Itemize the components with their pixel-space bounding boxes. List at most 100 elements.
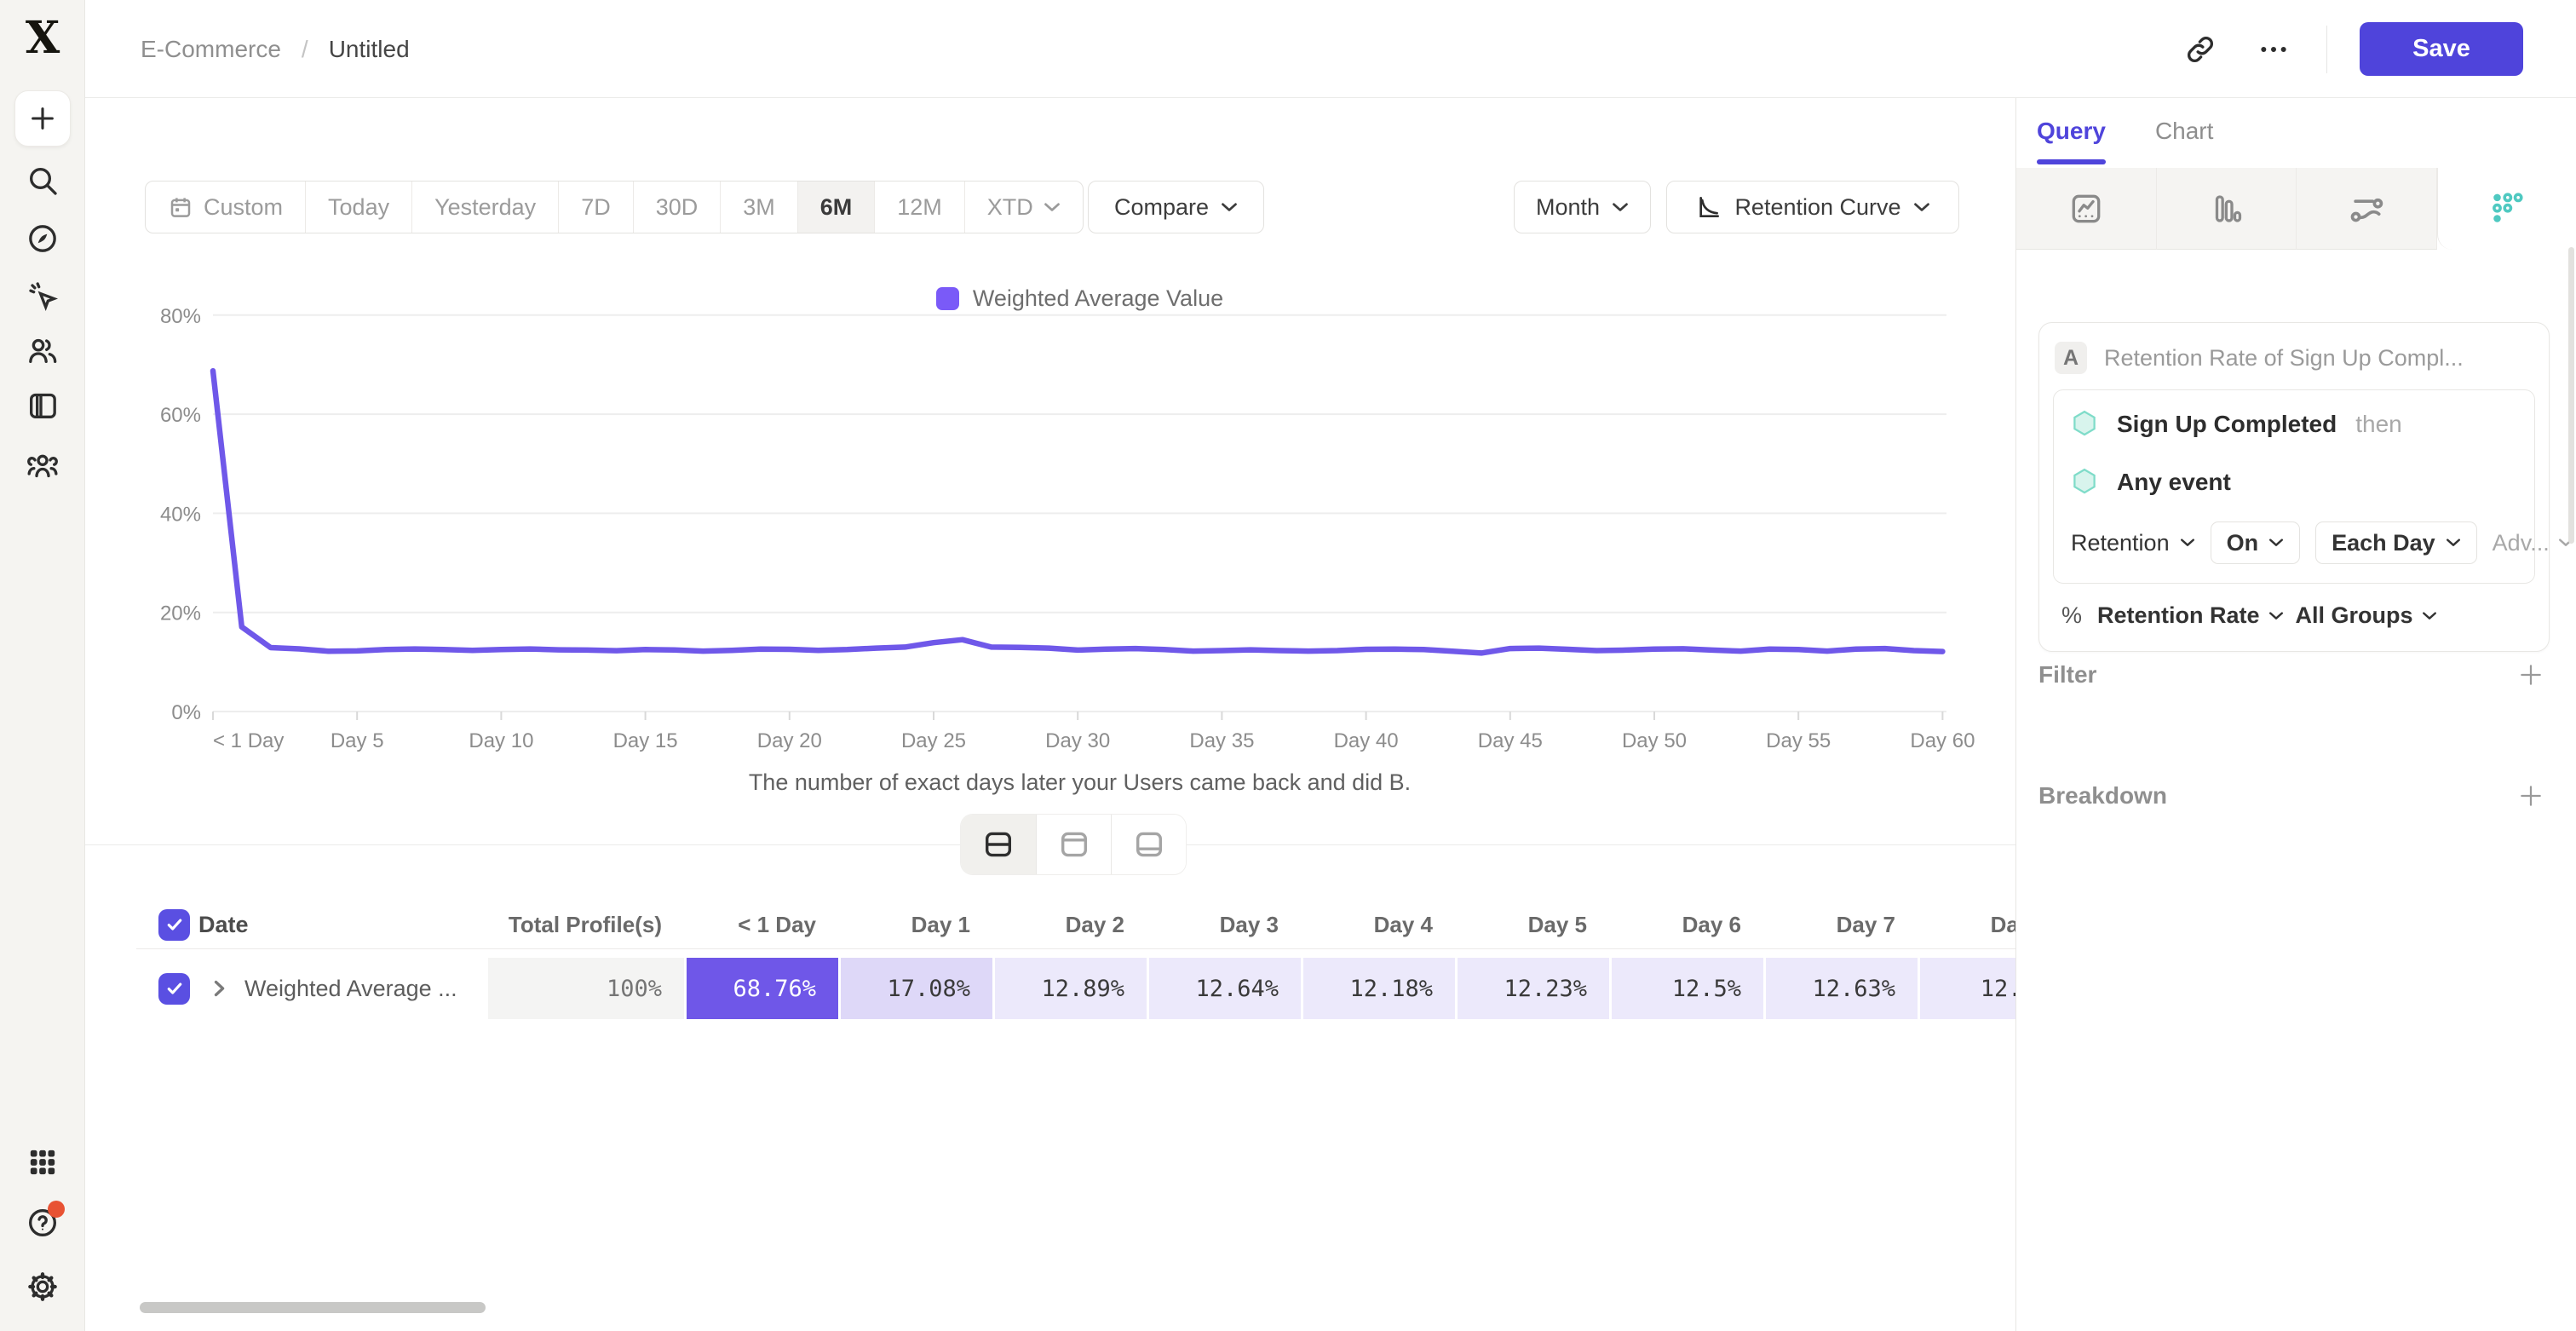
svg-text:Day 50: Day 50	[1622, 729, 1687, 752]
create-new-button[interactable]	[14, 90, 71, 147]
table-header-row: DateTotal Profile(s)< 1 DayDay 1Day 2Day…	[136, 902, 2015, 947]
cursor-click-icon[interactable]	[24, 277, 61, 314]
event-hexagon-icon	[2071, 410, 2098, 439]
split-view-icon	[983, 830, 1014, 859]
svg-text:Day 35: Day 35	[1189, 729, 1254, 752]
svg-text:80%: 80%	[160, 305, 201, 328]
combined-view-button[interactable]	[961, 815, 1036, 874]
svg-text:Day 25: Day 25	[901, 729, 966, 752]
column-header-day-4[interactable]: Day 4	[1301, 912, 1455, 938]
apps-grid-icon[interactable]	[24, 1144, 61, 1181]
retention-cell-day-1[interactable]: 17.08%	[838, 958, 992, 1019]
retention-type-dropdown[interactable]: Retention	[2071, 530, 2195, 556]
user-group-icon[interactable]	[24, 447, 61, 484]
retention-report-button[interactable]	[2437, 168, 2576, 250]
svg-text:Day 15: Day 15	[613, 729, 678, 752]
retention-on-dropdown[interactable]: On	[2211, 521, 2301, 564]
event-definition-card: Sign Up Completed then Any event Retenti…	[2053, 389, 2535, 584]
chart-x-axis-caption: The number of exact days later your User…	[213, 769, 1946, 796]
column-header-date[interactable]: Date	[198, 912, 249, 938]
column-header-day-1[interactable]: Day 1	[838, 912, 992, 938]
measure-dropdown[interactable]: Retention Rate	[2097, 602, 2284, 629]
retention-cell-day-3[interactable]: 12.64%	[1147, 958, 1301, 1019]
settings-icon[interactable]	[24, 1268, 61, 1305]
chart-only-view-button[interactable]	[1036, 815, 1111, 874]
column-header-day-5[interactable]: Day 5	[1455, 912, 1609, 938]
left-sidebar: X	[0, 0, 85, 1331]
vertical-scrollbar-thumb[interactable]	[2568, 247, 2574, 544]
column-header-day-6[interactable]: Day 6	[1609, 912, 1763, 938]
retention-table: DateTotal Profile(s)< 1 DayDay 1Day 2Day…	[136, 902, 2015, 1019]
bottom-bar-view-icon	[1134, 830, 1164, 859]
svg-text:60%: 60%	[160, 404, 201, 427]
column-header-day-3[interactable]: Day 3	[1147, 912, 1301, 938]
board-icon[interactable]	[24, 387, 61, 424]
tab-chart[interactable]: Chart	[2155, 98, 2213, 164]
column-header-total-profile-s[interactable]: Total Profile(s)	[486, 912, 684, 938]
breakdown-label: Breakdown	[2038, 782, 2167, 810]
add-filter-button[interactable]	[2512, 656, 2550, 694]
return-event-row[interactable]: Any event	[2054, 453, 2534, 511]
retention-icon	[2487, 189, 2527, 228]
retention-cell-day-7[interactable]: 12.63%	[1763, 958, 1918, 1019]
retention-cell-day-4[interactable]: 12.18%	[1301, 958, 1455, 1019]
measure-row: % Retention Rate All Groups	[2053, 584, 2535, 634]
flows-icon	[2348, 190, 2385, 228]
ellipsis-icon	[2257, 32, 2291, 66]
svg-text:Day 5: Day 5	[331, 729, 384, 752]
bar-chart-report-button[interactable]	[2157, 168, 2297, 250]
advanced-dropdown[interactable]: Adv...	[2493, 530, 2573, 556]
retention-cell-day-2[interactable]: 12.89%	[992, 958, 1147, 1019]
copy-link-button[interactable]	[2180, 29, 2221, 70]
help-icon[interactable]	[24, 1204, 61, 1242]
frequency-dropdown[interactable]: Each Day	[2315, 521, 2477, 564]
retention-cell-day-6[interactable]: 12.5%	[1609, 958, 1763, 1019]
table-row: Weighted Average ... 100%68.76%17.08%12.8…	[136, 958, 2015, 1019]
column-header-day-8[interactable]: Day 8	[1918, 912, 2015, 938]
row-checkbox[interactable]	[158, 909, 190, 941]
first-event-row[interactable]: Sign Up Completed then	[2054, 395, 2534, 453]
users-icon[interactable]	[24, 331, 61, 369]
more-options-button[interactable]	[2253, 29, 2294, 70]
notification-dot	[48, 1201, 65, 1218]
search-icon[interactable]	[24, 162, 61, 199]
row-name: Weighted Average ...	[244, 976, 457, 1002]
percent-icon: %	[2061, 602, 2082, 629]
svg-text:Day 30: Day 30	[1045, 729, 1110, 752]
retention-cell-day-5[interactable]: 12.23%	[1455, 958, 1609, 1019]
tab-query[interactable]: Query	[2037, 98, 2106, 164]
mixpanel-logo[interactable]: X	[0, 12, 85, 64]
panel-tabs: Query Chart	[2037, 98, 2213, 164]
column-header-day-7[interactable]: Day 7	[1763, 912, 1918, 938]
svg-text:0%: 0%	[171, 701, 201, 724]
svg-text:< 1 Day: < 1 Day	[213, 729, 284, 752]
retention-cell-1-day[interactable]: 68.76%	[684, 958, 838, 1019]
event-hexagon-icon	[2071, 468, 2098, 497]
expand-row-icon[interactable]	[212, 978, 227, 999]
save-button[interactable]: Save	[2360, 22, 2523, 76]
breakdown-section: Breakdown	[2038, 777, 2550, 815]
table-only-view-button[interactable]	[1111, 815, 1186, 874]
breadcrumb-report-title[interactable]: Untitled	[329, 36, 410, 63]
column-header-day-2[interactable]: Day 2	[992, 912, 1147, 938]
breadcrumb-project[interactable]: E-Commerce	[141, 36, 281, 63]
add-breakdown-button[interactable]	[2512, 777, 2550, 815]
flows-report-button[interactable]	[2297, 168, 2437, 250]
series-title[interactable]: Retention Rate of Sign Up Compl...	[2104, 345, 2464, 372]
horizontal-scrollbar-thumb[interactable]	[140, 1302, 486, 1313]
groups-dropdown[interactable]: All Groups	[2296, 602, 2437, 629]
retention-line-chart: 0%20%40%60%80%< 1 DayDay 5Day 10Day 15Da…	[85, 98, 2015, 805]
topbar-divider	[2326, 26, 2327, 73]
retention-cell-day-8[interactable]: 12.4%	[1918, 958, 2015, 1019]
row-checkbox[interactable]	[158, 973, 190, 1005]
filter-section: Filter	[2038, 656, 2550, 694]
report-type-selector	[2016, 168, 2576, 250]
series-badge: A	[2055, 342, 2087, 374]
insights-report-button[interactable]	[2016, 168, 2157, 250]
retention-cell-total-profile-s[interactable]: 100%	[486, 958, 684, 1019]
query-panel: Query Chart A Retention Rate of S	[2015, 98, 2576, 1331]
svg-text:Day 45: Day 45	[1478, 729, 1543, 752]
query-series-card: A Retention Rate of Sign Up Compl... Sig…	[2038, 322, 2550, 652]
column-header-1-day[interactable]: < 1 Day	[684, 912, 838, 938]
compass-icon[interactable]	[24, 220, 61, 257]
